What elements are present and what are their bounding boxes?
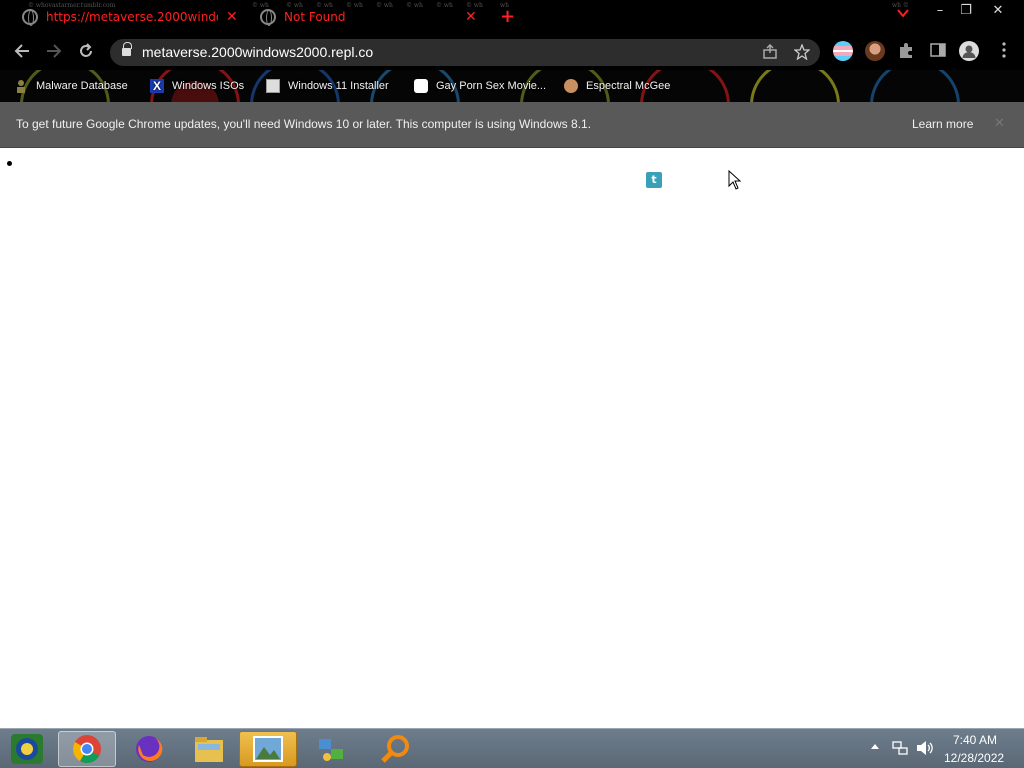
update-infobar: To get future Google Chrome updates, you… (0, 102, 1024, 148)
star-icon (793, 43, 811, 61)
tab-title: Not Found (284, 10, 346, 24)
bookmark-label: Windows ISOs (172, 80, 245, 92)
address-bar-url[interactable]: metaverse.2000windows2000.repl.co (142, 44, 373, 60)
side-panel-button[interactable] (929, 41, 949, 61)
lock-icon (122, 42, 132, 57)
taskbar-firefox[interactable] (120, 731, 178, 767)
puzzle-icon (900, 43, 912, 58)
taskbar-search-tool[interactable] (366, 731, 424, 767)
start-button[interactable] (0, 731, 54, 767)
network-tray-icon (892, 741, 908, 755)
profile-button[interactable] (959, 41, 979, 61)
chrome-menu-button[interactable] (994, 41, 1014, 61)
browser-toolbar: metaverse.2000windows2000.repl.co (0, 34, 1024, 70)
bookmark-site[interactable]: Gay Porn Sex Movie... (414, 77, 546, 95)
infobar-close-button[interactable]: ✕ (994, 116, 1005, 131)
bookmark-windows-isos[interactable]: X Windows ISOs (150, 77, 244, 95)
reload-icon (80, 43, 92, 57)
network-icon (319, 739, 343, 761)
show-hidden-icons-button[interactable] (870, 741, 880, 755)
chevron-up-icon (871, 744, 879, 749)
arrow-right-icon (47, 44, 62, 58)
image-icon (253, 736, 283, 762)
arrow-left-icon (14, 44, 29, 58)
bookmark-malware-database[interactable]: Malware Database (14, 77, 128, 95)
minimize-button[interactable]: – (926, 0, 954, 20)
network-tray-button[interactable] (892, 740, 908, 759)
folder-icon (195, 737, 223, 762)
firefox-icon (136, 736, 163, 762)
extensions-button[interactable] (897, 41, 917, 61)
reload-button[interactable] (76, 42, 96, 62)
more-vert-icon (1002, 42, 1006, 58)
taskbar-photos[interactable] (239, 731, 297, 767)
tab-metaverse[interactable]: https://metaverse.2000windows ✕ (22, 3, 242, 31)
side-panel-icon (930, 43, 946, 57)
browser-chrome: © whovastarmer.tumblr.com © wh © wh © wh… (0, 0, 1024, 148)
mouse-cursor-icon (728, 170, 742, 190)
tab-strip: © whovastarmer.tumblr.com © wh © wh © wh… (0, 0, 1024, 34)
chevron-down-icon (897, 9, 909, 18)
clock-date[interactable]: 12/28/2022 (944, 751, 1004, 765)
tab-close-button[interactable]: ✕ (465, 9, 477, 25)
x-logo-icon: X (150, 79, 164, 93)
taskbar: 7:40 AM 12/28/2022 (0, 728, 1024, 768)
person-icon (962, 45, 976, 58)
bookmarks-bar: Malware Database X Windows ISOs Windows … (0, 70, 1024, 102)
tab-title: https://metaverse.2000windows (46, 10, 218, 24)
back-button[interactable] (12, 42, 32, 62)
share-button[interactable] (762, 43, 778, 64)
avatar-icon (564, 79, 578, 93)
clock-time[interactable]: 7:40 AM (953, 733, 997, 747)
bookmark-espectral-mcgee[interactable]: Espectral McGee (564, 77, 670, 95)
forward-button[interactable] (44, 42, 64, 62)
extension-flag-icon[interactable] (833, 41, 853, 61)
taskbar-chrome[interactable] (58, 731, 116, 767)
bookmark-windows-11-installer[interactable]: Windows 11 Installer (266, 77, 389, 95)
share-icon (763, 43, 777, 59)
extension-avatar-icon[interactable] (865, 41, 885, 61)
bookmark-label: Windows 11 Installer (288, 80, 389, 92)
globe-icon (22, 9, 38, 26)
speaker-icon (917, 741, 933, 755)
theme-decoration (870, 70, 960, 102)
embed-icon[interactable]: t (646, 172, 662, 188)
site-icon (414, 79, 428, 93)
new-tab-button[interactable]: + (500, 6, 515, 27)
globe-icon (260, 9, 276, 26)
chrome-icon (73, 735, 101, 763)
tab-search-button[interactable] (896, 8, 910, 21)
close-window-button[interactable]: ✕ (984, 0, 1012, 20)
restore-button[interactable]: ❐ (952, 0, 980, 20)
infobar-message: To get future Google Chrome updates, you… (16, 117, 592, 131)
list-bullet (7, 161, 12, 166)
bookmark-star-button[interactable] (793, 43, 811, 64)
start-icon (11, 734, 43, 764)
page-icon (266, 79, 280, 93)
learn-more-link[interactable]: Learn more (912, 117, 973, 131)
page-content: t (0, 148, 1024, 728)
tab-not-found[interactable]: Not Found ✕ (260, 3, 480, 31)
volume-button[interactable] (916, 740, 934, 759)
taskbar-network-manager[interactable] (302, 731, 360, 767)
bookmark-label: Espectral McGee (586, 80, 671, 92)
magnifier-icon (381, 735, 409, 763)
theme-decoration (750, 70, 840, 102)
tab-close-button[interactable]: ✕ (226, 9, 238, 25)
address-bar[interactable]: metaverse.2000windows2000.repl.co (110, 39, 820, 66)
bookmark-label: Gay Porn Sex Movie... (436, 80, 547, 92)
person-icon (14, 79, 28, 93)
bookmark-label: Malware Database (36, 80, 128, 92)
taskbar-file-explorer[interactable] (180, 731, 238, 767)
